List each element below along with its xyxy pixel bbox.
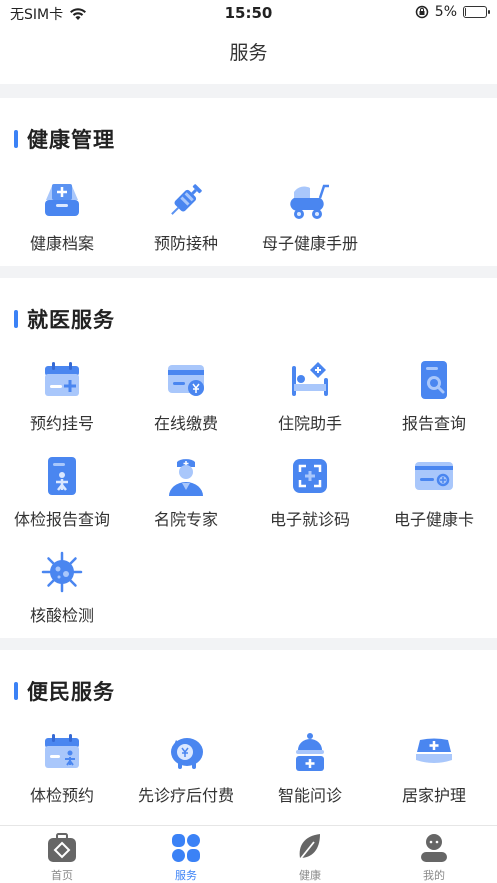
- home-medkit-icon: [48, 833, 76, 862]
- service-label: 电子健康卡: [393, 510, 474, 529]
- leaf-icon: [297, 834, 320, 863]
- section-accent-bar: [14, 130, 18, 148]
- tab-label: 我的: [423, 869, 445, 882]
- section-title: 便民服务: [27, 680, 115, 704]
- tab-label: 首页: [51, 869, 73, 882]
- service-label: 在线缴费: [153, 414, 218, 433]
- nurse-cap-icon: [416, 738, 452, 763]
- service-item-smart-consultation[interactable]: 智能问诊: [248, 730, 372, 822]
- nav-bar: 服务: [0, 26, 497, 84]
- report-search-icon: [421, 361, 447, 399]
- service-item-checkup-appointment[interactable]: 体检预约: [0, 730, 124, 822]
- service-item-home-nursing[interactable]: 居家护理: [372, 730, 496, 822]
- health-card-icon: [415, 462, 453, 490]
- service-label: 电子就诊码: [269, 510, 350, 529]
- status-bar: 无SIM卡 15:50 5%: [0, 0, 497, 26]
- baby-stroller-icon: [290, 184, 329, 219]
- service-item-checkup-report[interactable]: 体检报告查询: [0, 454, 124, 546]
- medical-record-icon: [45, 184, 79, 216]
- section-accent-bar: [14, 310, 18, 328]
- bottom-tab-bar: 首页 服务 健康 我的: [0, 825, 497, 883]
- service-item-maternal-handbook[interactable]: 母子健康手册: [248, 178, 372, 270]
- service-item-report-query[interactable]: 报告查询: [372, 358, 496, 450]
- smart-consult-icon: [296, 733, 324, 771]
- tab-health[interactable]: 健康: [248, 832, 372, 882]
- section-header: 便民服务: [14, 676, 115, 706]
- syringe-icon: [171, 184, 202, 215]
- service-item-online-payment[interactable]: 在线缴费: [124, 358, 248, 450]
- service-item-nucleic-acid-test[interactable]: 核酸检测: [0, 550, 124, 642]
- service-label: 预防接种: [153, 234, 218, 253]
- section-medical-services: 就医服务 预约挂号 在线缴费 住院助手 报告查询 体检报告查询 名院专家 电子就…: [0, 278, 497, 638]
- checkup-calendar-icon: [45, 734, 79, 768]
- section-convenience-services: 便民服务 体检预约 先诊疗后付费 智能问诊 居家护理: [0, 650, 497, 825]
- section-health-management: 健康管理 健康档案 预防接种 母子健康手册: [0, 98, 497, 266]
- service-label: 体检报告查询: [13, 510, 110, 529]
- tab-profile[interactable]: 我的: [372, 832, 496, 882]
- page-title: 服务: [229, 42, 268, 64]
- piggy-bank-icon: [171, 738, 203, 769]
- service-label: 住院助手: [277, 414, 342, 433]
- virus-icon: [41, 551, 83, 593]
- checkup-report-icon: [48, 457, 76, 495]
- scan-code-icon: [293, 459, 327, 493]
- battery-percent: 5%: [434, 4, 457, 20]
- service-label: 健康档案: [29, 234, 94, 253]
- service-item-pay-after-treatment[interactable]: 先诊疗后付费: [124, 730, 248, 822]
- calendar-icon: [45, 362, 79, 396]
- service-item-inpatient-assistant[interactable]: 住院助手: [248, 358, 372, 450]
- profile-icon: [421, 834, 447, 862]
- service-label: 报告查询: [401, 414, 466, 433]
- tab-label: 健康: [299, 869, 321, 882]
- service-label: 名院专家: [153, 510, 218, 529]
- hospital-bed-icon: [292, 362, 328, 396]
- tab-label: 服务: [175, 869, 197, 882]
- service-label: 预约挂号: [29, 414, 94, 433]
- service-label: 体检预约: [29, 786, 94, 805]
- service-item-e-visit-code[interactable]: 电子就诊码: [248, 454, 372, 546]
- tab-home[interactable]: 首页: [0, 832, 124, 882]
- service-item-expert-doctor[interactable]: 名院专家: [124, 454, 248, 546]
- section-header: 就医服务: [14, 304, 115, 334]
- service-label: 智能问诊: [277, 786, 342, 805]
- service-item-vaccination[interactable]: 预防接种: [124, 178, 248, 270]
- service-item-appointment[interactable]: 预约挂号: [0, 358, 124, 450]
- service-label: 母子健康手册: [261, 234, 358, 253]
- battery-icon: [463, 6, 490, 18]
- section-header: 健康管理: [14, 124, 115, 154]
- orientation-lock-icon: [415, 5, 429, 19]
- section-title: 健康管理: [27, 128, 115, 152]
- service-label: 先诊疗后付费: [137, 786, 234, 805]
- grid-icon: [172, 834, 200, 862]
- service-label: 核酸检测: [29, 606, 94, 625]
- service-item-e-health-card[interactable]: 电子健康卡: [372, 454, 496, 546]
- section-title: 就医服务: [27, 308, 115, 332]
- section-accent-bar: [14, 682, 18, 700]
- doctor-icon: [169, 459, 203, 496]
- service-label: 居家护理: [401, 786, 466, 805]
- service-item-health-record[interactable]: 健康档案: [0, 178, 124, 270]
- tab-services[interactable]: 服务: [124, 832, 248, 882]
- payment-card-icon: [168, 365, 204, 396]
